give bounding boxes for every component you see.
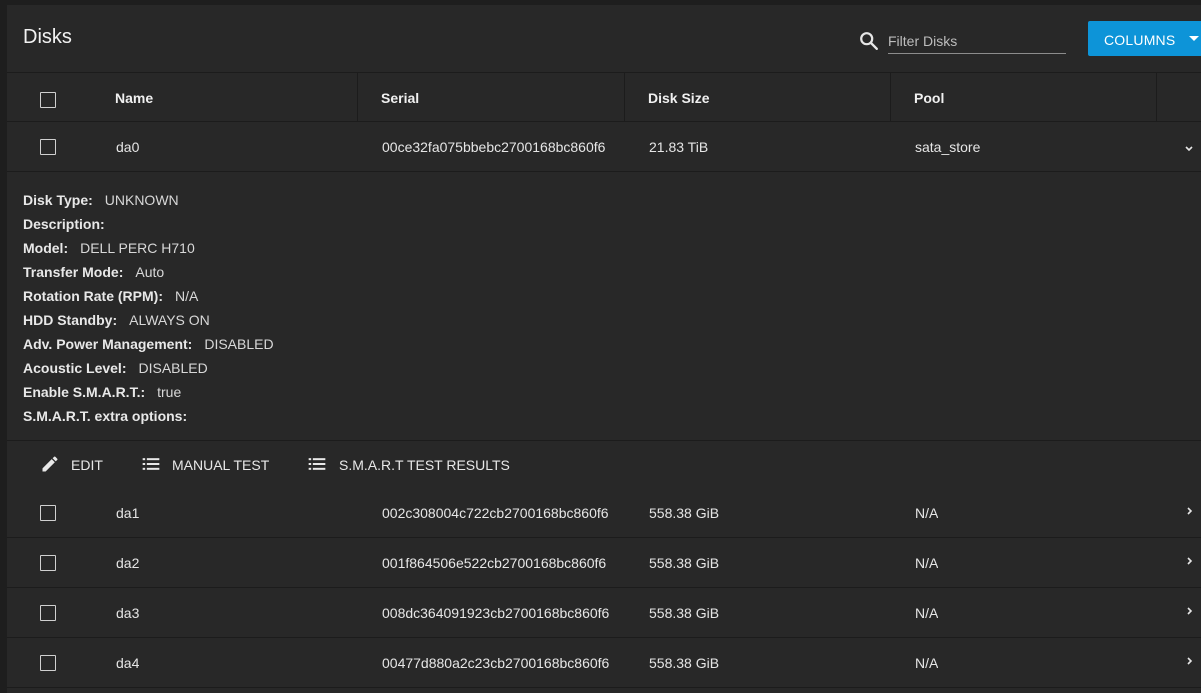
disk-actions-bar: EDIT MANUAL TEST S.M.A.R.T TEST RESULTS xyxy=(7,441,1201,487)
columns-button-label: COLUMNS xyxy=(1104,32,1176,48)
column-divider xyxy=(890,73,891,121)
list-icon xyxy=(308,458,326,470)
detail-hdd-standby: HDD Standby: ALWAYS ON xyxy=(23,312,210,328)
disk-pool: N/A xyxy=(915,655,939,671)
manual-test-button-label: MANUAL TEST xyxy=(172,457,270,473)
chevron-right-icon[interactable] xyxy=(1183,605,1195,617)
detail-transfer-mode: Transfer Mode: Auto xyxy=(23,264,164,280)
detail-value: N/A xyxy=(175,288,199,304)
detail-adv-power-management: Adv. Power Management: DISABLED xyxy=(23,336,274,352)
chevron-right-icon[interactable] xyxy=(1183,655,1195,667)
row-checkbox[interactable] xyxy=(40,505,56,521)
disk-pool: N/A xyxy=(915,505,939,521)
column-header-pool[interactable]: Pool xyxy=(914,73,944,121)
detail-label: Rotation Rate (RPM): xyxy=(23,288,163,304)
disk-name: da0 xyxy=(116,139,140,155)
disk-name: da3 xyxy=(116,605,140,621)
disk-name: da4 xyxy=(116,655,140,671)
row-checkbox[interactable] xyxy=(40,555,56,571)
detail-label: S.M.A.R.T. extra options: xyxy=(23,408,188,424)
row-checkbox[interactable] xyxy=(40,605,56,621)
search-icon[interactable] xyxy=(858,30,880,52)
detail-value: DISABLED xyxy=(138,360,208,376)
detail-label: Transfer Mode: xyxy=(23,264,124,280)
detail-label: HDD Standby: xyxy=(23,312,118,328)
detail-label: Acoustic Level: xyxy=(23,360,127,376)
manual-test-button[interactable]: MANUAL TEST xyxy=(141,441,281,487)
disk-details-panel: Disk Type: UNKNOWN Description: Model: DEL… xyxy=(7,172,1201,441)
detail-model: Model: DELL PERC H710 xyxy=(23,240,195,256)
column-header-name[interactable]: Name xyxy=(115,73,153,121)
disk-serial: 00ce32fa075bbebc2700168bc860f6 xyxy=(382,139,606,155)
detail-value: Auto xyxy=(135,264,165,280)
disk-serial: 008dc364091923cb2700168bc860f6 xyxy=(382,605,610,621)
detail-description: Description: xyxy=(23,216,117,232)
smart-test-results-button-label: S.M.A.R.T TEST RESULTS xyxy=(339,457,510,473)
column-divider xyxy=(1156,73,1157,121)
edit-button-label: EDIT xyxy=(71,457,103,473)
list-icon xyxy=(142,458,160,470)
disk-serial: 001f864506e522cb2700168bc860f6 xyxy=(382,555,607,571)
column-header-serial[interactable]: Serial xyxy=(381,73,419,121)
disk-size: 21.83 TiB xyxy=(649,139,709,155)
detail-acoustic-level: Acoustic Level: DISABLED xyxy=(23,360,208,376)
detail-label: Model: xyxy=(23,240,69,256)
detail-smart-extra-options: S.M.A.R.T. extra options: xyxy=(23,408,199,424)
table-header: Name Serial Disk Size Pool xyxy=(7,73,1201,122)
table-row[interactable]: da2 001f864506e522cb2700168bc860f6 558.3… xyxy=(7,538,1201,588)
disk-serial: 002c308004c722cb2700168bc860f6 xyxy=(382,505,609,521)
detail-label: Adv. Power Management: xyxy=(23,336,193,352)
disk-size: 558.38 GiB xyxy=(649,605,720,621)
detail-label: Description: xyxy=(23,216,105,232)
card-header: Disks COLUMNS xyxy=(7,5,1201,73)
detail-label: Disk Type: xyxy=(23,192,93,208)
disk-name: da1 xyxy=(116,505,140,521)
row-checkbox[interactable] xyxy=(40,139,56,155)
detail-disk-type: Disk Type: UNKNOWN xyxy=(23,192,179,208)
disk-serial: 00477d880a2c23cb2700168bc860f6 xyxy=(382,655,610,671)
disk-pool: N/A xyxy=(915,605,939,621)
table-row[interactable]: da3 008dc364091923cb2700168bc860f6 558.3… xyxy=(7,588,1201,638)
column-divider xyxy=(624,73,625,121)
column-divider xyxy=(357,73,358,121)
page-title: Disks xyxy=(23,26,72,48)
disk-pool: sata_store xyxy=(915,139,981,155)
disk-pool: N/A xyxy=(915,555,939,571)
detail-value: DISABLED xyxy=(204,336,274,352)
smart-test-results-button[interactable]: S.M.A.R.T TEST RESULTS xyxy=(307,441,510,487)
table-row[interactable]: da4 00477d880a2c23cb2700168bc860f6 558.3… xyxy=(7,638,1201,688)
chevron-right-icon[interactable] xyxy=(1183,505,1195,517)
disks-card: Disks COLUMNS Name Serial Disk Size Pool… xyxy=(7,5,1201,693)
detail-label: Enable S.M.A.R.T.: xyxy=(23,384,146,400)
detail-value: ALWAYS ON xyxy=(129,312,210,328)
disk-size: 558.38 GiB xyxy=(649,505,720,521)
detail-value: DELL PERC H710 xyxy=(80,240,195,256)
detail-value: true xyxy=(157,384,182,400)
row-checkbox[interactable] xyxy=(40,655,56,671)
chevron-right-icon[interactable] xyxy=(1183,555,1195,567)
caret-down-icon xyxy=(1189,36,1199,41)
chevron-down-icon[interactable] xyxy=(1183,142,1195,154)
select-all-checkbox[interactable] xyxy=(40,92,56,108)
detail-rotation-rate: Rotation Rate (RPM): N/A xyxy=(23,288,198,304)
filter-disks-input[interactable] xyxy=(888,29,1066,54)
pencil-icon xyxy=(42,456,58,472)
detail-enable-smart: Enable S.M.A.R.T.: true xyxy=(23,384,181,400)
table-row[interactable]: da1 002c308004c722cb2700168bc860f6 558.3… xyxy=(7,488,1201,538)
disk-name: da2 xyxy=(116,555,140,571)
disk-size: 558.38 GiB xyxy=(649,655,720,671)
column-header-disk-size[interactable]: Disk Size xyxy=(648,73,709,121)
detail-value: UNKNOWN xyxy=(104,192,179,208)
disk-size: 558.38 GiB xyxy=(649,555,720,571)
table-row[interactable]: da0 00ce32fa075bbebc2700168bc860f6 21.83… xyxy=(7,122,1201,172)
columns-button[interactable]: COLUMNS xyxy=(1088,21,1201,56)
edit-button[interactable]: EDIT xyxy=(40,441,120,487)
